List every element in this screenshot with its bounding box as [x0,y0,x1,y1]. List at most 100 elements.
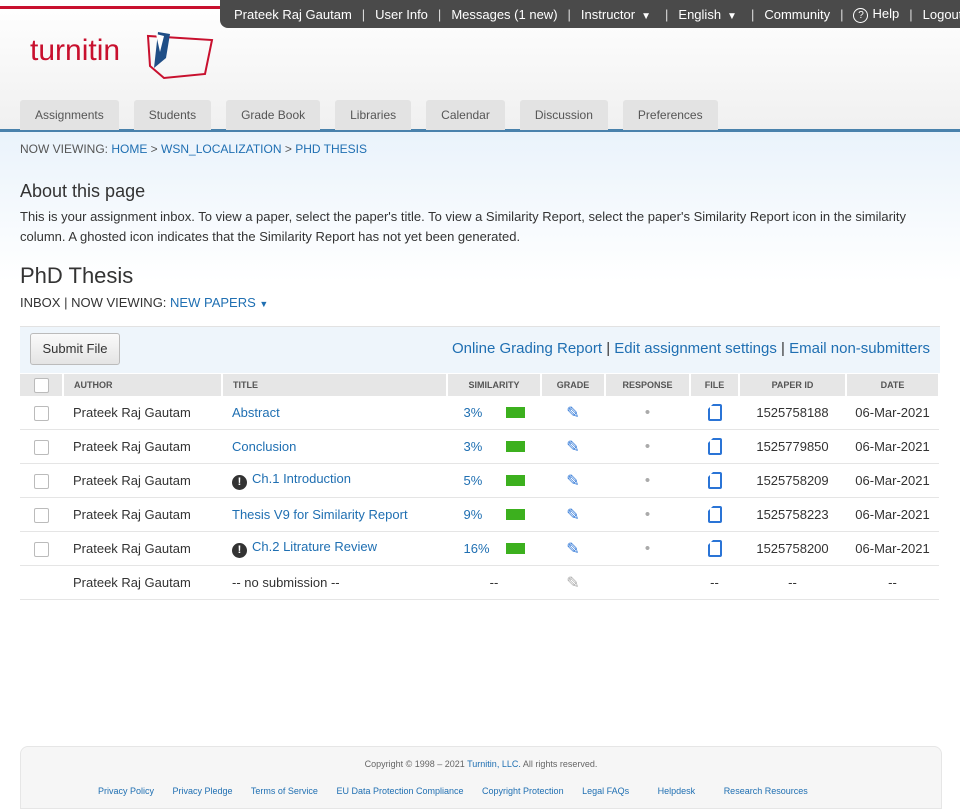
filter-dropdown[interactable]: NEW PAPERS ▼ [170,295,268,310]
row-checkbox[interactable] [34,473,49,489]
tab-assignments[interactable]: Assignments [20,100,119,130]
tab-students[interactable]: Students [133,100,212,130]
similarity-percent[interactable]: 16% [464,541,506,556]
tab-discussion[interactable]: Discussion [519,100,608,130]
similarity-bar[interactable] [505,475,525,486]
user-info-link[interactable]: User Info [375,7,428,22]
pencil-icon[interactable]: ✎ [566,575,579,592]
help-link[interactable]: ? Help [853,6,899,23]
similarity-bar[interactable] [505,509,525,520]
select-all-checkbox[interactable] [33,377,49,393]
header-response[interactable]: RESPONSE [605,374,691,396]
pencil-icon[interactable]: ✎ [566,405,579,422]
file-icon[interactable] [707,540,722,558]
footer-links: Privacy Policy Privacy Pledge Terms of S… [98,786,824,796]
caret-down-icon: ▼ [641,10,652,22]
research-resources-link[interactable]: Research Resources [724,786,808,796]
file-icon[interactable] [707,472,722,490]
caret-down-icon: ▼ [259,299,269,309]
alert-icon[interactable]: ! [232,475,247,490]
community-link[interactable]: Community [764,7,830,22]
file-icon[interactable] [707,404,722,422]
now-viewing-label: | NOW VIEWING: [64,295,167,310]
paper-id-cell: 1525758200 [739,531,846,566]
paper-title-link[interactable]: Abstract [232,405,280,420]
eu-data-protection-link[interactable]: EU Data Protection Compliance [336,786,463,796]
similarity-cell[interactable]: 16% [447,531,541,566]
toolbar-links: Online Grading Report | Edit assignment … [451,340,930,357]
paper-title-link[interactable]: Thesis V9 for Similarity Report [232,507,408,522]
similarity-cell[interactable]: 9% [447,497,541,532]
pencil-icon[interactable]: ✎ [566,541,579,558]
tab-calendar[interactable]: Calendar [426,100,505,130]
table-row: Prateek Raj Gautam ! Ch.1 Introduction 5%… [20,463,939,498]
breadcrumb-home[interactable]: HOME [111,142,147,156]
file-icon[interactable] [707,438,722,456]
response-dot-icon: • [644,472,651,489]
legal-faqs-link[interactable]: Legal FAQs [582,786,629,796]
similarity-cell[interactable]: 5% [447,463,541,498]
pencil-icon[interactable]: ✎ [566,507,579,524]
paper-title-link[interactable]: Ch.2 Litrature Review [252,539,377,554]
tab-libraries[interactable]: Libraries [335,100,412,130]
header-paper-id[interactable]: PAPER ID [739,374,847,396]
submit-file-button[interactable]: Submit File [30,333,120,365]
edit-assignment-settings-link[interactable]: Edit assignment settings [614,340,777,357]
terms-of-service-link[interactable]: Terms of Service [251,786,318,796]
similarity-percent[interactable]: 5% [464,473,506,488]
header-title[interactable]: TITLE [222,374,448,396]
user-name[interactable]: Prateek Raj Gautam [234,7,352,22]
helpdesk-link[interactable]: Helpdesk [658,786,696,796]
similarity-bar[interactable] [505,441,525,452]
row-checkbox[interactable] [34,507,49,523]
author-cell: Prateek Raj Gautam [63,396,222,430]
header-similarity[interactable]: SIMILARITY [447,374,542,396]
breadcrumb-assignment[interactable]: PHD THESIS [295,142,367,156]
paper-title-link[interactable]: Ch.1 Introduction [252,471,351,486]
paper-title-link[interactable]: Conclusion [232,439,296,454]
row-checkbox[interactable] [34,405,49,421]
title-cell: Thesis V9 for Similarity Report [222,497,447,532]
similarity-bar[interactable] [505,543,525,554]
company-link[interactable]: Turnitin, LLC. [467,759,521,769]
tab-preferences[interactable]: Preferences [622,100,718,130]
copyright-prefix: Copyright © 1998 – 2021 [364,759,465,769]
table-header-row: AUTHOR TITLE SIMILARITY GRADE RESPONSE F… [20,374,940,396]
logout-link[interactable]: Logout [923,7,960,22]
author-cell: Prateek Raj Gautam [63,463,222,498]
similarity-cell: -- [447,565,541,600]
alert-icon[interactable]: ! [232,543,247,558]
similarity-cell[interactable]: 3% [447,396,541,430]
pencil-icon[interactable]: ✎ [566,473,579,490]
similarity-percent[interactable]: 3% [464,405,506,420]
copyright-protection-link[interactable]: Copyright Protection [482,786,564,796]
header-grade[interactable]: GRADE [541,374,606,396]
similarity-cell[interactable]: 3% [447,429,541,464]
role-dropdown[interactable]: Instructor ▼ [581,7,651,22]
language-dropdown[interactable]: English ▼ [678,7,737,22]
logo-mark-icon [146,32,214,80]
privacy-policy-link[interactable]: Privacy Policy [98,786,154,796]
header-date[interactable]: DATE [846,374,940,396]
header-author[interactable]: AUTHOR [63,374,223,396]
select-all-header [20,374,64,396]
file-icon[interactable] [707,506,722,524]
tab-grade-book[interactable]: Grade Book [226,100,321,130]
similarity-bar[interactable] [505,407,525,418]
top-navigation: Prateek Raj Gautam | User Info | Message… [220,0,960,28]
date-cell: -- [846,565,939,600]
similarity-percent[interactable]: 3% [464,439,506,454]
pencil-icon[interactable]: ✎ [566,439,579,456]
header-file[interactable]: FILE [690,374,740,396]
breadcrumb-class[interactable]: WSN_LOCALIZATION [161,142,281,156]
privacy-pledge-link[interactable]: Privacy Pledge [173,786,233,796]
row-checkbox[interactable] [34,541,49,557]
row-checkbox[interactable] [34,439,49,455]
response-dot-icon: • [644,404,651,421]
similarity-percent[interactable]: 9% [464,507,506,522]
email-non-submitters-link[interactable]: Email non-submitters [789,340,930,357]
title-cell: ! Ch.1 Introduction [222,463,447,498]
assignment-toolbar: Submit File Online Grading Report | Edit… [20,326,940,373]
messages-link[interactable]: Messages (1 new) [451,7,557,22]
online-grading-report-link[interactable]: Online Grading Report [452,340,602,357]
